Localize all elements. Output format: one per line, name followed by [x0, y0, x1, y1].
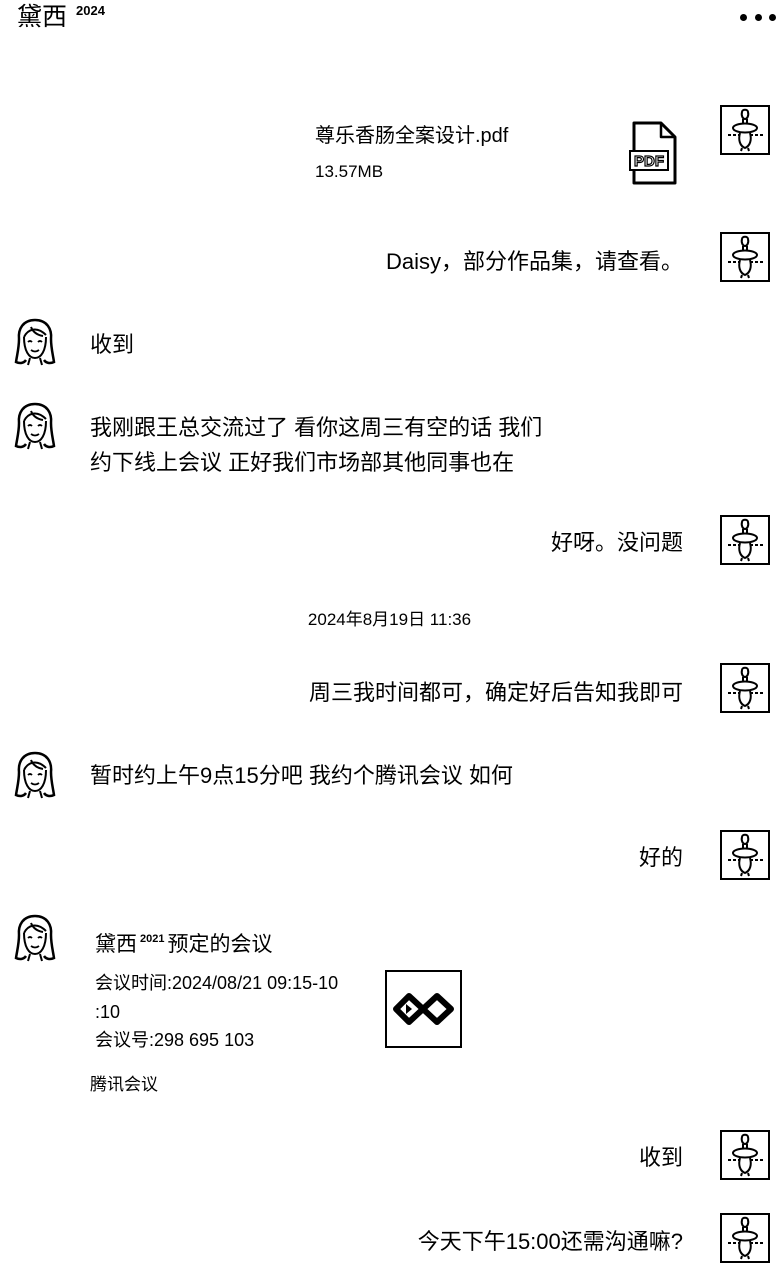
my-avatar[interactable] [720, 232, 770, 282]
meeting-card[interactable]: 黛西 2021 预定的会议 会议时间:2024/08/21 09:15-10 :10… [85, 925, 470, 1100]
meeting-app-name: 腾讯会议 [90, 1075, 158, 1094]
more-dot [740, 13, 747, 21]
my-avatar-icon [728, 235, 763, 279]
file-size: 13.57MB [315, 162, 384, 181]
sent-message: 今天下午15:00还需沟通嘛? [417, 1229, 683, 1254]
meeting-number: 会议号:298 695 103 [95, 1030, 255, 1050]
meeting-time: 会议时间:2024/08/21 09:15-10 [95, 973, 339, 993]
more-dot [754, 13, 762, 21]
file-message-card[interactable]: 尊乐香肠全案设计.pdf 13.57MB PDF [305, 112, 685, 192]
my-avatar-icon [728, 833, 763, 877]
chat-title-tag: 2024 [76, 3, 105, 18]
contact-avatar-icon [14, 318, 56, 366]
chat-timestamp: 2024年8月19日 11:36 [307, 610, 472, 629]
sent-message: 周三我时间都可，确定好后告知我即可 [308, 680, 683, 705]
meeting-title: 黛西 2021 预定的会议 [95, 931, 272, 962]
my-avatar[interactable] [720, 663, 770, 713]
message-line: 我刚跟王总交流过了 看你这周三有空的话 我们 [90, 415, 543, 440]
sent-message: 收到 [638, 1145, 683, 1170]
contact-avatar-icon [14, 751, 56, 799]
pdf-icon-label: PDF [634, 153, 664, 170]
my-avatar[interactable] [720, 515, 770, 565]
my-avatar[interactable] [720, 830, 770, 880]
meeting-title-suffix: 预定的会议 [167, 933, 273, 956]
contact-avatar[interactable] [13, 913, 57, 963]
meeting-logo [385, 970, 462, 1048]
meeting-organizer-tag: 2021 [140, 933, 165, 945]
received-message: 暂时约上午9点15分吧 我约个腾讯会议 如何 [90, 763, 513, 788]
contact-avatar[interactable] [13, 750, 57, 800]
sent-message: 好呀。没问题 [550, 530, 683, 555]
received-message: 我刚跟王总交流过了 看你这周三有空的话 我们 约下线上会议 正好我们市场部其他同… [90, 410, 542, 480]
contact-avatar-icon [14, 914, 56, 962]
my-avatar-icon [728, 108, 763, 152]
my-avatar[interactable] [720, 1130, 770, 1180]
contact-avatar[interactable] [13, 401, 57, 451]
my-avatar-icon [728, 1133, 763, 1177]
more-icon[interactable] [740, 12, 776, 22]
file-name: 尊乐香肠全案设计.pdf [315, 125, 509, 147]
sent-message: Daisy，部分作品集，请查看。 [385, 249, 683, 274]
contact-avatar[interactable] [13, 317, 57, 367]
contact-avatar-icon [14, 402, 56, 450]
more-dot [769, 13, 776, 21]
my-avatar-icon [728, 666, 763, 710]
meeting-organizer: 黛西 [95, 933, 137, 956]
my-avatar-icon [728, 518, 763, 562]
message-line: 约下线上会议 正好我们市场部其他同事也在 [90, 450, 515, 475]
tencent-meeting-logo-icon [393, 993, 454, 1025]
my-avatar[interactable] [720, 1213, 770, 1263]
chat-title: 黛西 [17, 3, 68, 31]
meeting-details: 会议时间:2024/08/21 09:15-10 :10 会议号:298 695… [95, 969, 338, 1055]
my-avatar[interactable] [720, 105, 770, 155]
my-avatar-icon [728, 1216, 763, 1260]
sent-message: 好的 [638, 845, 683, 870]
received-message: 收到 [90, 332, 135, 357]
meeting-time-continued: :10 [95, 1001, 121, 1022]
pdf-file-icon: PDF [629, 121, 677, 185]
